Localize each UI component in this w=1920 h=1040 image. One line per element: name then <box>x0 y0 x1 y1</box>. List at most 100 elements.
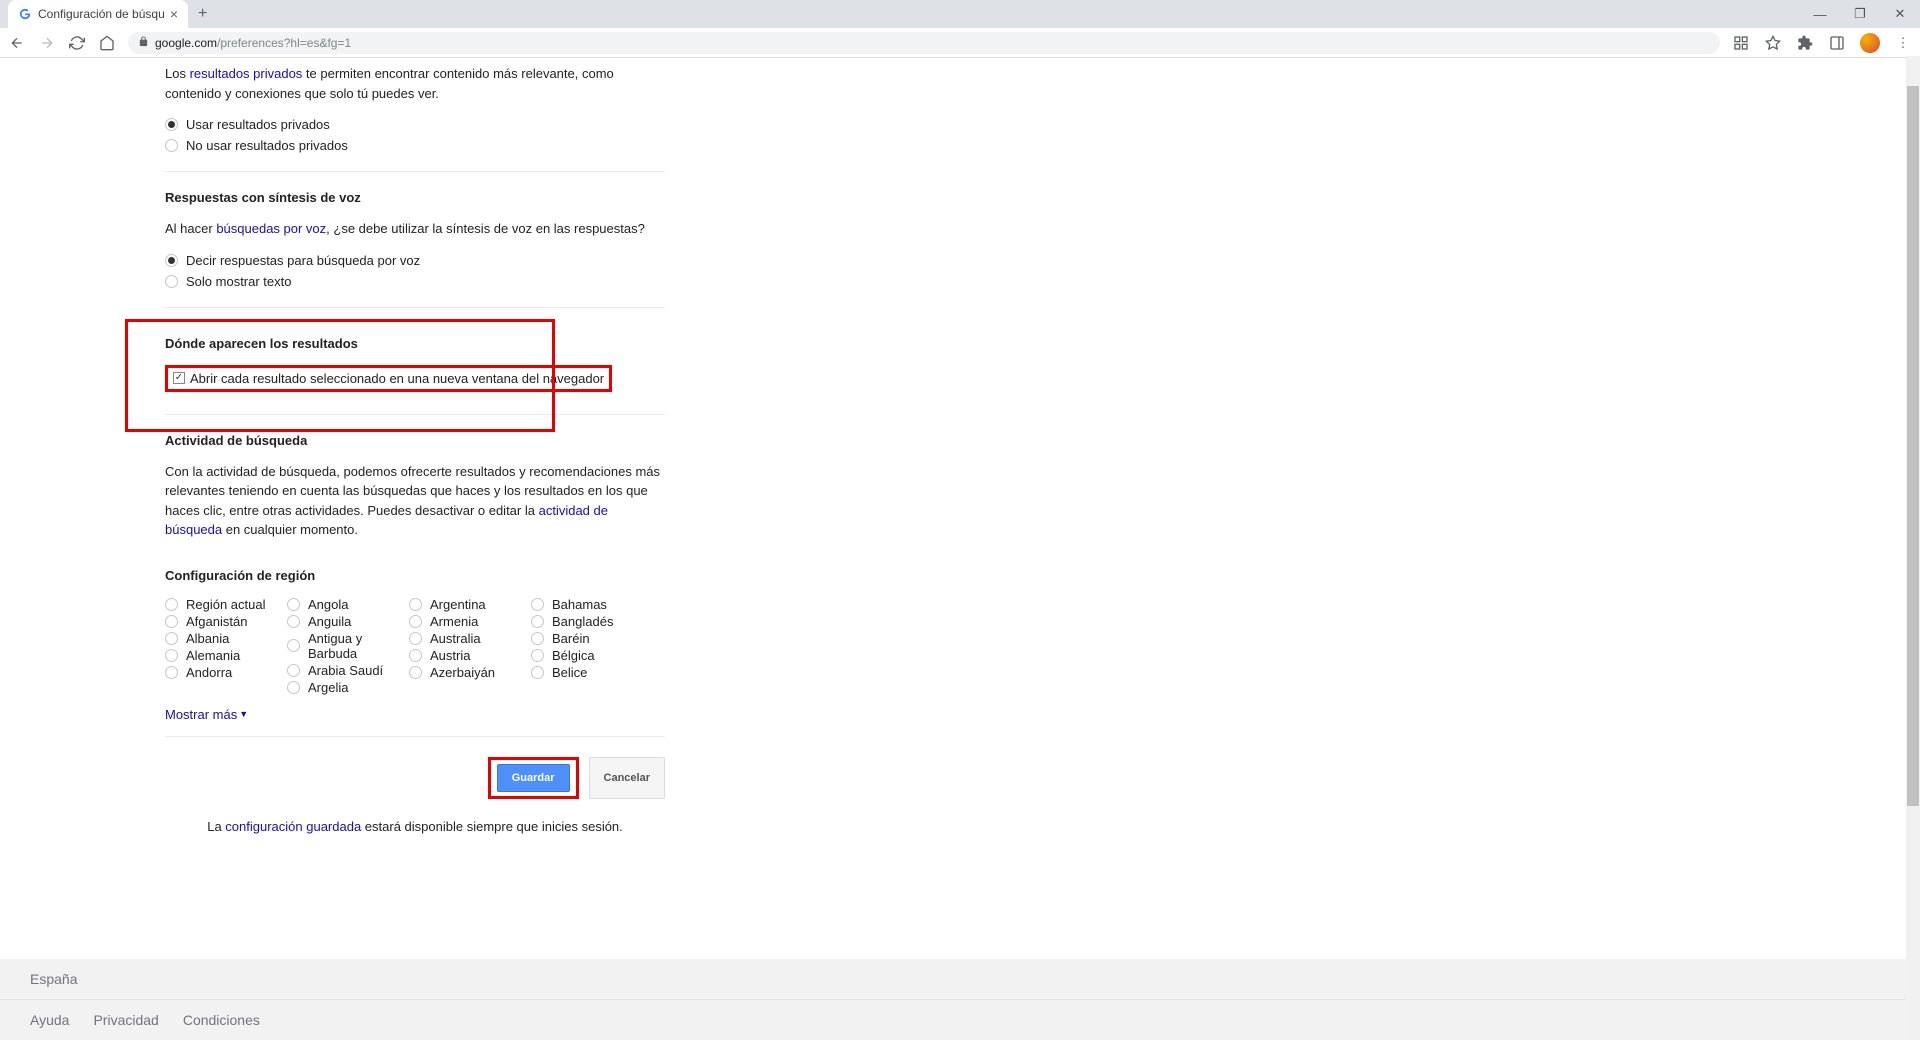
region-option[interactable]: Belice <box>531 665 653 680</box>
scrollbar-thumb[interactable] <box>1907 86 1919 806</box>
radio-show-text[interactable]: Solo mostrar texto <box>165 274 665 289</box>
radio-icon <box>165 598 178 611</box>
footer-link-privacy[interactable]: Privacidad <box>93 1012 158 1028</box>
region-option[interactable]: Austria <box>409 648 531 663</box>
nav-right: ⋮ <box>1732 33 1912 53</box>
activity-desc: Con la actividad de búsqueda, podemos of… <box>165 462 665 540</box>
radio-icon <box>165 118 178 131</box>
radio-icon <box>531 632 544 645</box>
page-footer: España Ayuda Privacidad Condiciones <box>0 959 1906 1040</box>
activity-title: Actividad de búsqueda <box>165 433 665 448</box>
cancel-button[interactable]: Cancelar <box>589 757 665 799</box>
region-option[interactable]: Argentina <box>409 597 531 612</box>
radio-icon <box>287 598 300 611</box>
annotation-highlight-save: Guardar <box>488 757 579 799</box>
private-results-desc: Los resultados privados te permiten enco… <box>165 64 665 103</box>
radio-speak-answers[interactable]: Decir respuestas para búsqueda por voz <box>165 253 665 268</box>
forward-button[interactable] <box>38 34 56 52</box>
browser-tab[interactable]: Configuración de búsqueda × <box>8 0 188 28</box>
minimize-icon[interactable]: — <box>1800 0 1840 28</box>
browser-chrome: Configuración de búsqueda × + — ❐ ✕ goog… <box>0 0 1920 58</box>
radio-icon <box>165 632 178 645</box>
window-controls: — ❐ ✕ <box>1800 0 1920 28</box>
footer-link-terms[interactable]: Condiciones <box>183 1012 260 1028</box>
region-option[interactable]: Alemania <box>165 648 287 663</box>
page-content: Los resultados privados te permiten enco… <box>0 58 1490 834</box>
save-button[interactable]: Guardar <box>497 764 570 792</box>
region-option[interactable]: Azerbaiyán <box>409 665 531 680</box>
region-option[interactable]: Armenia <box>409 614 531 629</box>
radio-icon <box>409 632 422 645</box>
radio-icon <box>165 666 178 679</box>
open-new-window-checkbox[interactable]: Abrir cada resultado seleccionado en una… <box>173 371 604 386</box>
region-option[interactable]: Antigua y Barbuda <box>287 631 409 661</box>
radio-icon <box>165 254 178 267</box>
radio-use-private[interactable]: Usar resultados privados <box>165 117 665 132</box>
footer-country: España <box>0 959 1906 1000</box>
extensions-icon[interactable] <box>1796 34 1814 52</box>
radio-icon <box>409 649 422 662</box>
reload-button[interactable] <box>68 34 86 52</box>
annotation-highlight-checkbox: Abrir cada resultado seleccionado en una… <box>165 365 612 392</box>
results-where-title: Dónde aparecen los resultados <box>165 336 665 351</box>
region-option[interactable]: Afganistán <box>165 614 287 629</box>
region-option[interactable]: Bangladés <box>531 614 653 629</box>
reading-list-icon[interactable] <box>1732 34 1750 52</box>
region-option[interactable]: Anguila <box>287 614 409 629</box>
region-option[interactable]: Baréin <box>531 631 653 646</box>
region-title: Configuración de región <box>165 568 665 583</box>
star-icon[interactable] <box>1764 34 1782 52</box>
tab-close-icon[interactable]: × <box>170 6 178 22</box>
region-option[interactable]: Angola <box>287 597 409 612</box>
new-tab-button[interactable]: + <box>198 5 207 23</box>
region-option[interactable]: Bahamas <box>531 597 653 612</box>
radio-icon <box>531 649 544 662</box>
region-option[interactable]: Región actual <box>165 597 287 612</box>
region-option[interactable]: Arabia Saudí <box>287 663 409 678</box>
saved-config-link[interactable]: configuración guardada <box>225 819 361 834</box>
radio-icon <box>165 649 178 662</box>
radio-icon <box>165 615 178 628</box>
tab-title: Configuración de búsqueda <box>38 7 164 21</box>
url-bar[interactable]: google.com/preferences?hl=es&fg=1 <box>128 32 1720 54</box>
url-domain: google.com <box>155 36 217 50</box>
show-more-regions[interactable]: Mostrar más ▼ <box>165 707 248 722</box>
voice-search-link[interactable]: búsquedas por voz <box>216 221 326 236</box>
radio-no-private[interactable]: No usar resultados privados <box>165 138 665 153</box>
menu-icon[interactable]: ⋮ <box>1894 34 1912 52</box>
scrollbar[interactable] <box>1906 56 1920 1040</box>
home-button[interactable] <box>98 34 116 52</box>
radio-icon <box>287 615 300 628</box>
url-path: /preferences?hl=es&fg=1 <box>217 36 351 50</box>
profile-avatar[interactable] <box>1860 33 1880 53</box>
side-panel-icon[interactable] <box>1828 34 1846 52</box>
region-grid: Región actualAfganistánAlbaniaAlemaniaAn… <box>165 597 665 697</box>
radio-icon <box>165 139 178 152</box>
radio-icon <box>409 598 422 611</box>
maximize-icon[interactable]: ❐ <box>1840 0 1880 28</box>
lock-icon <box>138 36 149 50</box>
buttons-row: Guardar Cancelar <box>165 757 665 809</box>
region-option[interactable]: Argelia <box>287 680 409 695</box>
footer-link-help[interactable]: Ayuda <box>30 1012 69 1028</box>
radio-icon <box>409 666 422 679</box>
back-button[interactable] <box>8 34 26 52</box>
radio-icon <box>531 598 544 611</box>
region-option[interactable]: Albania <box>165 631 287 646</box>
region-option[interactable]: Bélgica <box>531 648 653 663</box>
region-option[interactable]: Andorra <box>165 665 287 680</box>
radio-icon <box>409 615 422 628</box>
region-option[interactable]: Australia <box>409 631 531 646</box>
private-results-link[interactable]: resultados privados <box>190 66 303 81</box>
radio-icon <box>287 681 300 694</box>
radio-icon <box>531 615 544 628</box>
nav-bar: google.com/preferences?hl=es&fg=1 ⋮ <box>0 28 1920 58</box>
checkbox-icon <box>173 372 185 384</box>
tab-bar: Configuración de búsqueda × + — ❐ ✕ <box>0 0 1920 28</box>
voice-desc: Al hacer búsquedas por voz, ¿se debe uti… <box>165 219 665 239</box>
voice-section-title: Respuestas con síntesis de voz <box>165 190 665 205</box>
close-icon[interactable]: ✕ <box>1880 0 1920 28</box>
radio-icon <box>531 666 544 679</box>
footer-links: Ayuda Privacidad Condiciones <box>0 1000 1906 1040</box>
caret-down-icon: ▼ <box>239 709 248 719</box>
